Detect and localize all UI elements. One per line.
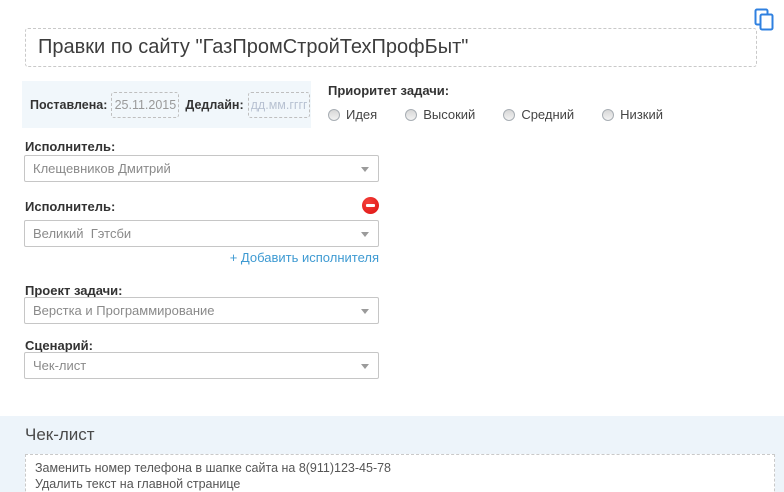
executor-select-1-value: Клещевников Дмитрий [33,161,171,176]
dates-panel: Поставлена: Дедлайн: [22,81,311,128]
minus-circle-icon[interactable] [362,197,379,214]
project-select-value: Верстка и Программирование [33,303,215,318]
priority-option-medium[interactable]: Средний [503,107,574,122]
checklist-section: Чек-лист Заменить номер телефона в шапке… [0,416,784,492]
task-edit-page: Правки по сайту "ГазПромСтройТехПрофБыт"… [0,0,784,492]
scenario-select-value: Чек-лист [33,358,87,373]
checklist-textarea[interactable]: Заменить номер телефона в шапке сайта на… [25,454,775,492]
scenario-label: Сценарий: [25,338,93,353]
priority-option-low[interactable]: Низкий [602,107,663,122]
checklist-line: Удалить текст на главной странице [35,476,241,491]
caret-down-icon [361,167,369,172]
priority-options: Идея Высокий Средний Низкий [328,107,691,122]
assigned-date-input[interactable] [111,91,180,118]
task-title-field[interactable]: Правки по сайту "ГазПромСтройТехПрофБыт" [25,28,757,67]
task-title: Правки по сайту "ГазПромСтройТехПрофБыт" [38,36,469,58]
copy-icon-glyph [754,8,774,31]
priority-option-idea[interactable]: Идея [328,107,377,122]
executor-select-1[interactable]: Клещевников Дмитрий [24,155,379,182]
minus-bar [366,204,375,207]
project-label: Проект задачи: [25,283,123,298]
priority-option-label: Идея [346,107,378,122]
copy-icon[interactable] [753,8,775,31]
caret-down-icon [361,364,369,369]
executor-select-2-value: Великий Гэтсби [33,226,132,241]
radio-icon [328,108,340,121]
deadline-input[interactable] [247,91,310,118]
priority-label: Приоритет задачи: [328,83,450,98]
caret-down-icon [361,309,369,314]
deadline-label: Дедлайн: [185,97,244,112]
executor-select-2[interactable]: Великий Гэтсби [24,220,379,247]
priority-option-high[interactable]: Высокий [405,107,475,122]
executor-label-2: Исполнитель: [25,199,116,214]
priority-option-label: Низкий [620,107,663,122]
radio-icon [503,108,516,121]
priority-group: Приоритет задачи: Идея Высокий Средний Н… [328,83,691,122]
checklist-line: Заменить номер телефона в шапке сайта на… [35,461,392,475]
radio-icon [405,108,418,121]
priority-option-label: Средний [521,107,575,122]
priority-option-label: Высокий [423,107,476,122]
caret-down-icon [361,232,369,237]
project-select[interactable]: Верстка и Программирование [24,297,379,324]
checklist-heading: Чек-лист [25,425,95,444]
scenario-select[interactable]: Чек-лист [24,352,379,379]
radio-icon [602,108,615,121]
add-executor-link[interactable]: + Добавить исполнителя [24,250,379,265]
assigned-date-label: Поставлена: [30,97,108,112]
executor-label-1: Исполнитель: [25,139,116,154]
